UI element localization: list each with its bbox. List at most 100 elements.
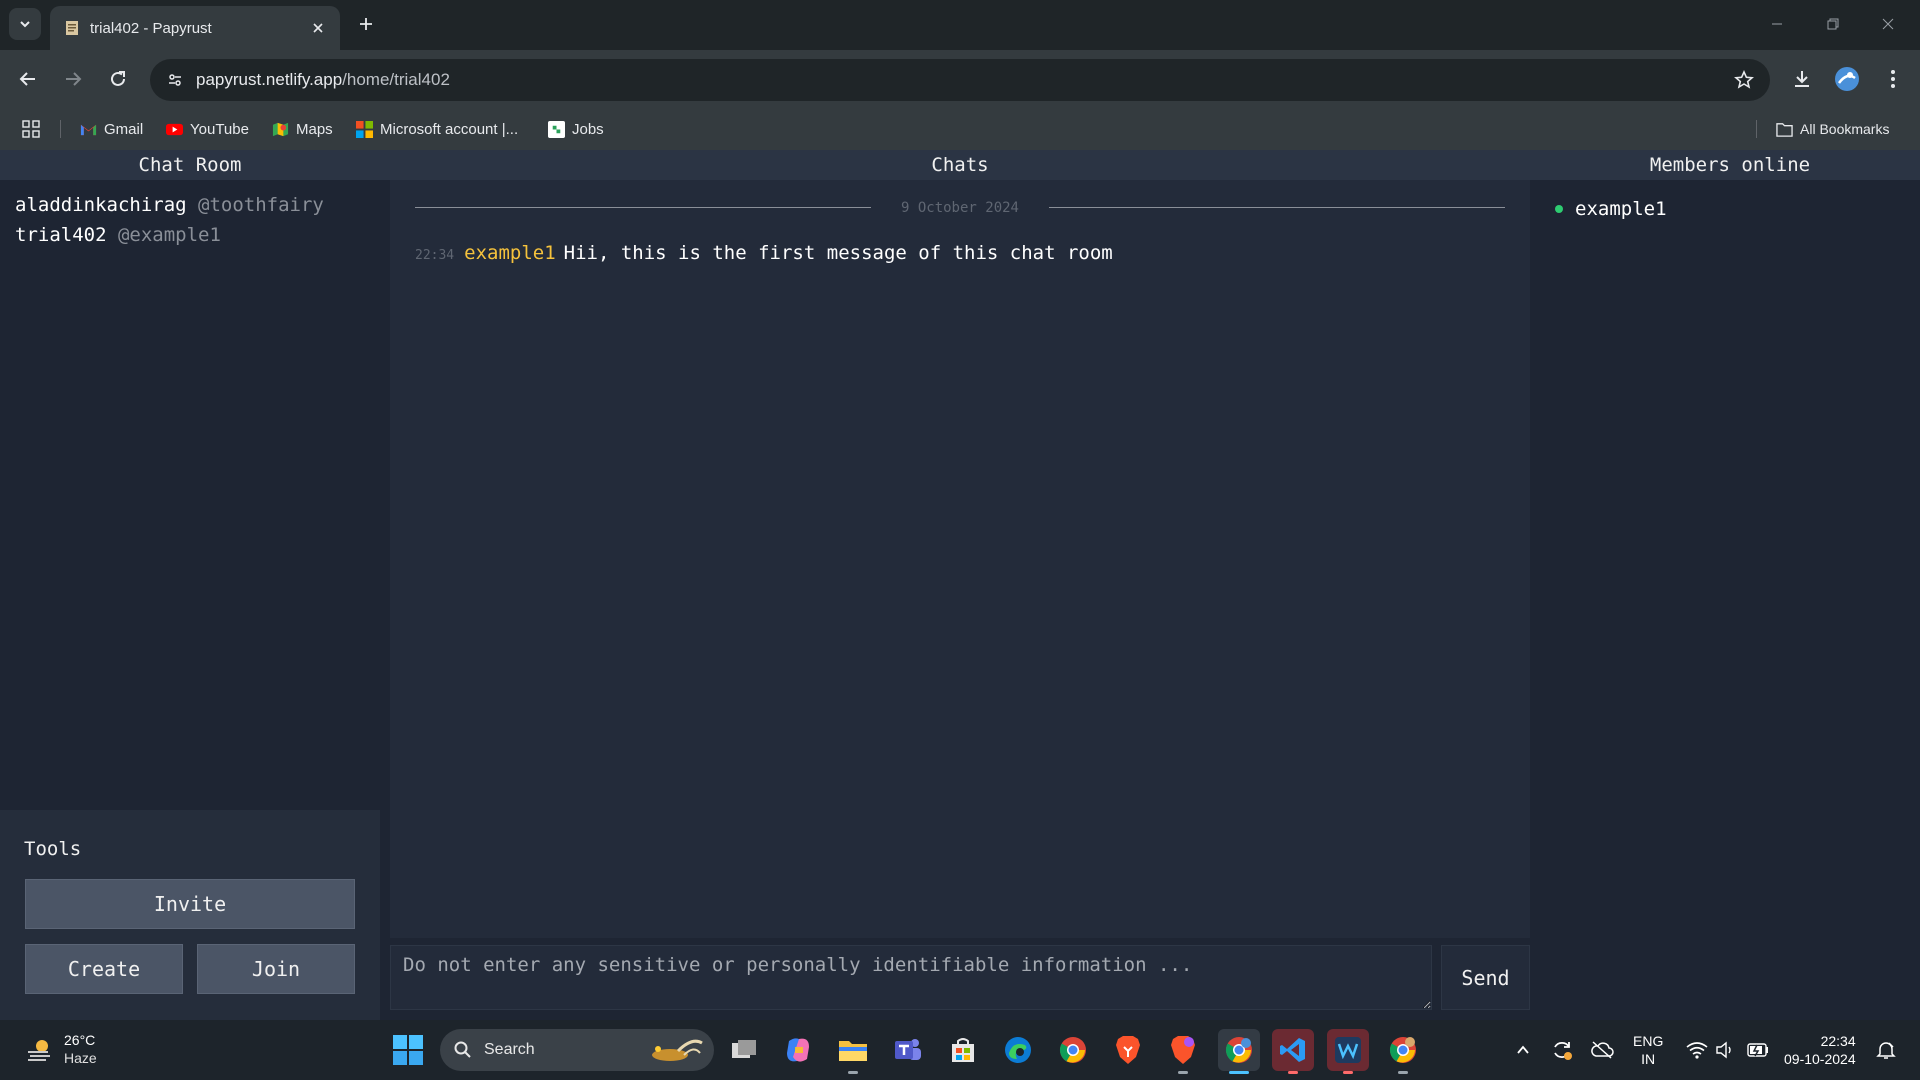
bookmark-label: YouTube bbox=[190, 120, 249, 138]
show-hidden-icons-button[interactable] bbox=[1511, 1038, 1535, 1062]
join-button[interactable]: Join bbox=[197, 944, 355, 994]
input-language-button[interactable]: ENG IN bbox=[1633, 1032, 1663, 1068]
bookmark-label: Microsoft account |... bbox=[380, 120, 519, 138]
running-indicator bbox=[1288, 1071, 1298, 1074]
tools-panel: Tools Invite Create Join bbox=[0, 810, 380, 1020]
member-item[interactable]: example1 bbox=[1555, 198, 1667, 220]
profile-button[interactable] bbox=[1831, 63, 1863, 95]
wave-app[interactable] bbox=[1327, 1029, 1369, 1074]
store-icon bbox=[952, 1038, 974, 1062]
browser-tab-active[interactable]: trial402 - Papyrust bbox=[50, 6, 340, 50]
minimize-icon bbox=[1772, 23, 1782, 25]
restore-icon bbox=[1827, 18, 1839, 30]
bookmark-star-button[interactable] bbox=[1732, 68, 1756, 92]
taskbar-search-box[interactable]: Search bbox=[440, 1029, 714, 1071]
tab-search-button[interactable] bbox=[9, 8, 41, 40]
minimize-button[interactable] bbox=[1762, 10, 1792, 38]
message-input[interactable] bbox=[391, 946, 1431, 1009]
message-input-container bbox=[390, 945, 1432, 1010]
back-button[interactable] bbox=[12, 63, 44, 95]
task-view-button[interactable] bbox=[723, 1029, 765, 1071]
downloads-button[interactable] bbox=[1786, 63, 1818, 95]
address-bar[interactable]: papyrust.netlify.app/home/trial402 bbox=[150, 59, 1770, 101]
folder-icon bbox=[1776, 122, 1793, 137]
cloud-off-icon bbox=[1591, 1041, 1614, 1059]
chrome-icon bbox=[1225, 1037, 1252, 1063]
room-name: aladdinkachirag bbox=[15, 194, 187, 216]
teams-app[interactable] bbox=[887, 1029, 929, 1071]
brave-app[interactable] bbox=[1107, 1029, 1149, 1071]
windows-taskbar: 26°C Haze Search ENG IN 22:34 09-10-2024 bbox=[0, 1020, 1920, 1080]
vscode-icon bbox=[1280, 1038, 1305, 1062]
room-item[interactable]: aladdinkachirag @toothfairy bbox=[15, 194, 324, 216]
create-button[interactable]: Create bbox=[25, 944, 183, 994]
teams-icon bbox=[895, 1039, 921, 1060]
message-text: Hii, this is the first message of this c… bbox=[563, 242, 1113, 264]
message-username[interactable]: example1 bbox=[464, 242, 556, 264]
chrome-app[interactable] bbox=[1052, 1029, 1094, 1071]
reload-icon bbox=[111, 71, 125, 86]
running-indicator bbox=[1178, 1071, 1188, 1074]
weather-condition: Haze bbox=[64, 1050, 97, 1066]
tools-title: Tools bbox=[24, 838, 82, 860]
apps-button[interactable] bbox=[22, 116, 40, 142]
room-item[interactable]: trial402 @example1 bbox=[15, 224, 221, 246]
sync-tray-button[interactable] bbox=[1550, 1038, 1574, 1062]
running-indicator bbox=[1398, 1071, 1408, 1074]
site-info-button[interactable] bbox=[160, 65, 190, 95]
bookmarks-divider bbox=[1756, 120, 1757, 138]
url-path: /home/trial402 bbox=[342, 70, 450, 89]
bookmark-jobs[interactable]: Jobs bbox=[548, 116, 604, 142]
bookmark-gmail[interactable]: Gmail bbox=[80, 116, 143, 142]
haze-weather-icon bbox=[28, 1040, 50, 1061]
reload-button[interactable] bbox=[102, 63, 134, 95]
chevron-down-icon bbox=[20, 21, 30, 28]
chat-room-list: aladdinkachirag @toothfairy trial402 @ex… bbox=[0, 180, 380, 810]
copilot-app[interactable] bbox=[777, 1029, 819, 1071]
notification-bell-icon bbox=[1876, 1042, 1896, 1059]
wave-icon bbox=[1335, 1037, 1361, 1063]
bookmark-label: Jobs bbox=[572, 120, 604, 138]
battery-tray-button[interactable] bbox=[1746, 1038, 1770, 1062]
weather-temperature: 26°C bbox=[64, 1032, 96, 1048]
diya-lamp-icon bbox=[652, 1039, 703, 1061]
restore-button[interactable] bbox=[1818, 10, 1848, 38]
start-button[interactable] bbox=[392, 1034, 424, 1066]
forward-button[interactable] bbox=[57, 63, 89, 95]
tab-close-button[interactable] bbox=[306, 16, 330, 40]
chrome-second-profile-app[interactable] bbox=[1382, 1029, 1424, 1074]
edge-app[interactable] bbox=[997, 1029, 1039, 1071]
bookmark-maps[interactable]: Maps bbox=[272, 116, 333, 142]
bookmark-microsoft[interactable]: Microsoft account |... bbox=[356, 116, 518, 142]
brave-icon bbox=[1171, 1036, 1195, 1064]
invite-button[interactable]: Invite bbox=[25, 879, 355, 929]
send-button[interactable]: Send bbox=[1441, 945, 1530, 1010]
date-separator: 9 October 2024 bbox=[415, 198, 1505, 218]
active-indicator bbox=[1229, 1071, 1249, 1074]
chrome-profile-app[interactable] bbox=[1218, 1029, 1260, 1074]
vscode-app[interactable] bbox=[1272, 1029, 1314, 1074]
folder-icon bbox=[839, 1041, 867, 1061]
search-icon bbox=[454, 1041, 471, 1058]
bookmarks-divider bbox=[60, 120, 61, 138]
weather-widget[interactable]: 26°C Haze bbox=[20, 1030, 130, 1070]
microsoft-store-app[interactable] bbox=[942, 1029, 984, 1071]
brave-profile-app[interactable] bbox=[1162, 1029, 1204, 1074]
papyrust-app: Chat Room Chats Members online aladdinka… bbox=[0, 150, 1920, 1020]
window-close-button[interactable] bbox=[1873, 10, 1903, 38]
volume-icon bbox=[1716, 1041, 1731, 1059]
chrome-icon bbox=[1389, 1037, 1416, 1063]
browser-tab-bar: trial402 - Papyrust bbox=[0, 0, 1920, 50]
notifications-button[interactable] bbox=[1874, 1038, 1898, 1062]
onedrive-tray-button[interactable] bbox=[1590, 1038, 1614, 1062]
download-icon bbox=[1795, 71, 1809, 87]
browser-menu-button[interactable] bbox=[1877, 63, 1909, 95]
bookmark-youtube[interactable]: YouTube bbox=[166, 116, 249, 142]
taskbar-clock[interactable]: 22:34 09-10-2024 bbox=[1784, 1032, 1856, 1068]
file-explorer-app[interactable] bbox=[832, 1029, 874, 1074]
all-bookmarks-button[interactable]: All Bookmarks bbox=[1776, 116, 1889, 142]
volume-tray-button[interactable] bbox=[1713, 1038, 1737, 1062]
running-indicator bbox=[1343, 1071, 1353, 1074]
wifi-tray-button[interactable] bbox=[1685, 1038, 1709, 1062]
new-tab-button[interactable] bbox=[352, 10, 380, 38]
